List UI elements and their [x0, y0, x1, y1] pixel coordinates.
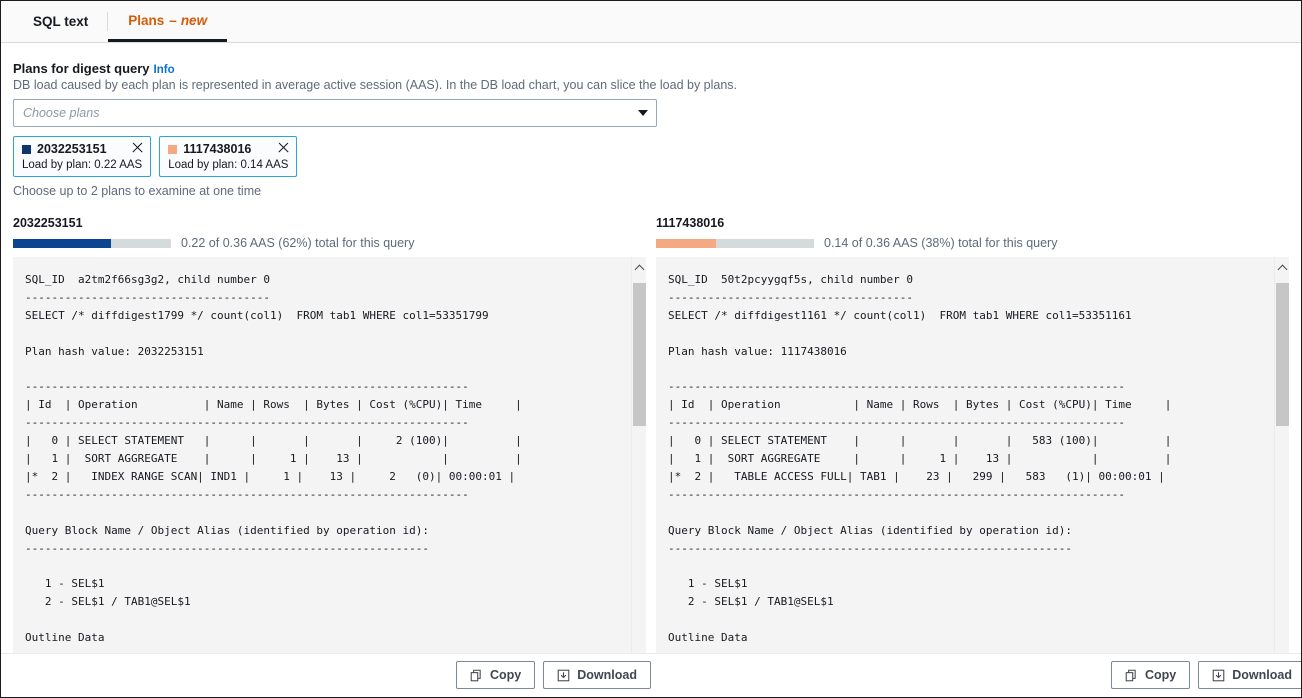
page-title: Plans for digest query Info — [13, 61, 1289, 76]
plan-code-box: SQL_ID 50t2pcyygqf5s, child number 0 ---… — [656, 257, 1289, 671]
tab-plans[interactable]: Plans – new — [108, 1, 227, 42]
chevron-down-icon — [638, 110, 648, 116]
plan-load-bar-row: 0.14 of 0.36 AAS (38%) total for this qu… — [656, 236, 1289, 250]
plan-load-bar-label: 0.14 of 0.36 AAS (38%) total for this qu… — [824, 236, 1057, 250]
plan-color-swatch — [168, 145, 177, 154]
download-button[interactable]: Download — [1198, 661, 1302, 689]
copy-button-label: Copy — [1145, 668, 1176, 682]
plan-select-placeholder: Choose plans — [23, 106, 99, 120]
plan-chip-load: Load by plan: 0.22 AAS — [22, 159, 142, 171]
copy-button[interactable]: Copy — [1111, 661, 1190, 689]
copy-button-label: Copy — [490, 668, 521, 682]
close-icon[interactable] — [130, 141, 144, 155]
scrollbar-thumb[interactable] — [1276, 283, 1289, 426]
plan-load-bar-row: 0.22 of 0.36 AAS (62%) total for this qu… — [13, 236, 646, 250]
copy-icon — [1125, 669, 1138, 682]
left-pane-actions: Copy Download — [456, 661, 651, 689]
tab-plans-new-badge: new — [181, 13, 207, 28]
plan-chip-header: 2032253151 — [22, 142, 142, 156]
tab-plans-label: Plans — [128, 13, 164, 28]
info-link[interactable]: Info — [154, 64, 175, 76]
plan-chip[interactable]: 1117438016 Load by plan: 0.14 AAS — [159, 136, 297, 177]
plans-comparison-page: SQL text Plans – new Plans for digest qu… — [0, 0, 1302, 698]
page-title-text: Plans for digest query — [13, 61, 150, 76]
section-description: DB load caused by each plan is represent… — [13, 78, 1289, 92]
download-icon — [557, 669, 570, 682]
download-button-label: Download — [1232, 668, 1292, 682]
plan-chip-load: Load by plan: 0.14 AAS — [168, 159, 288, 171]
right-pane-actions: Copy Download — [1111, 661, 1302, 689]
plan-pane-title: 1117438016 — [656, 216, 1289, 230]
plan-pane-title: 2032253151 — [13, 216, 646, 230]
plan-load-bar-fill — [656, 239, 716, 248]
chevron-up-icon[interactable] — [632, 259, 646, 276]
plan-code-text: SQL_ID 50t2pcyygqf5s, child number 0 ---… — [656, 257, 1274, 671]
copy-icon — [470, 669, 483, 682]
vertical-scrollbar[interactable] — [1274, 257, 1289, 671]
vertical-scrollbar[interactable] — [631, 257, 646, 671]
plan-load-bar-label: 0.22 of 0.36 AAS (62%) total for this qu… — [181, 236, 414, 250]
plan-code-text: SQL_ID a2tm2f66sg3g2, child number 0 ---… — [13, 257, 631, 671]
plan-chip-id: 1117438016 — [183, 142, 251, 156]
tab-bar: SQL text Plans – new — [1, 1, 1301, 43]
scrollbar-thumb[interactable] — [633, 283, 646, 426]
close-icon[interactable] — [276, 141, 290, 155]
plan-color-swatch — [22, 145, 31, 154]
plan-select[interactable]: Choose plans — [13, 99, 657, 127]
plan-chip[interactable]: 2032253151 Load by plan: 0.22 AAS — [13, 136, 151, 177]
tab-sql-text[interactable]: SQL text — [13, 1, 108, 42]
page-content: Plans for digest query Info DB load cause… — [1, 43, 1301, 671]
selected-plan-chips: 2032253151 Load by plan: 0.22 AAS 111743… — [13, 136, 1289, 177]
download-button-label: Download — [577, 668, 637, 682]
plan-pane: 2032253151 0.22 of 0.36 AAS (62%) total … — [13, 216, 646, 671]
chevron-up-icon[interactable] — [1275, 259, 1289, 276]
action-footer: Copy Download Copy — [1, 653, 1301, 697]
copy-button[interactable]: Copy — [456, 661, 535, 689]
plan-chip-id: 2032253151 — [37, 142, 107, 156]
plan-load-bar-track — [13, 239, 171, 248]
plan-load-bar-fill — [13, 239, 111, 248]
download-icon — [1212, 669, 1225, 682]
plan-panes: 2032253151 0.22 of 0.36 AAS (62%) total … — [13, 216, 1289, 671]
plan-load-bar-track — [656, 239, 814, 248]
download-button[interactable]: Download — [543, 661, 651, 689]
plan-code-box: SQL_ID a2tm2f66sg3g2, child number 0 ---… — [13, 257, 646, 671]
plan-chip-header: 1117438016 — [168, 142, 288, 156]
tab-plans-dash: – — [169, 13, 177, 28]
tab-sql-text-label: SQL text — [33, 14, 88, 29]
plan-pane: 1117438016 0.14 of 0.36 AAS (38%) total … — [656, 216, 1289, 671]
plan-selection-hint: Choose up to 2 plans to examine at one t… — [13, 184, 1289, 198]
